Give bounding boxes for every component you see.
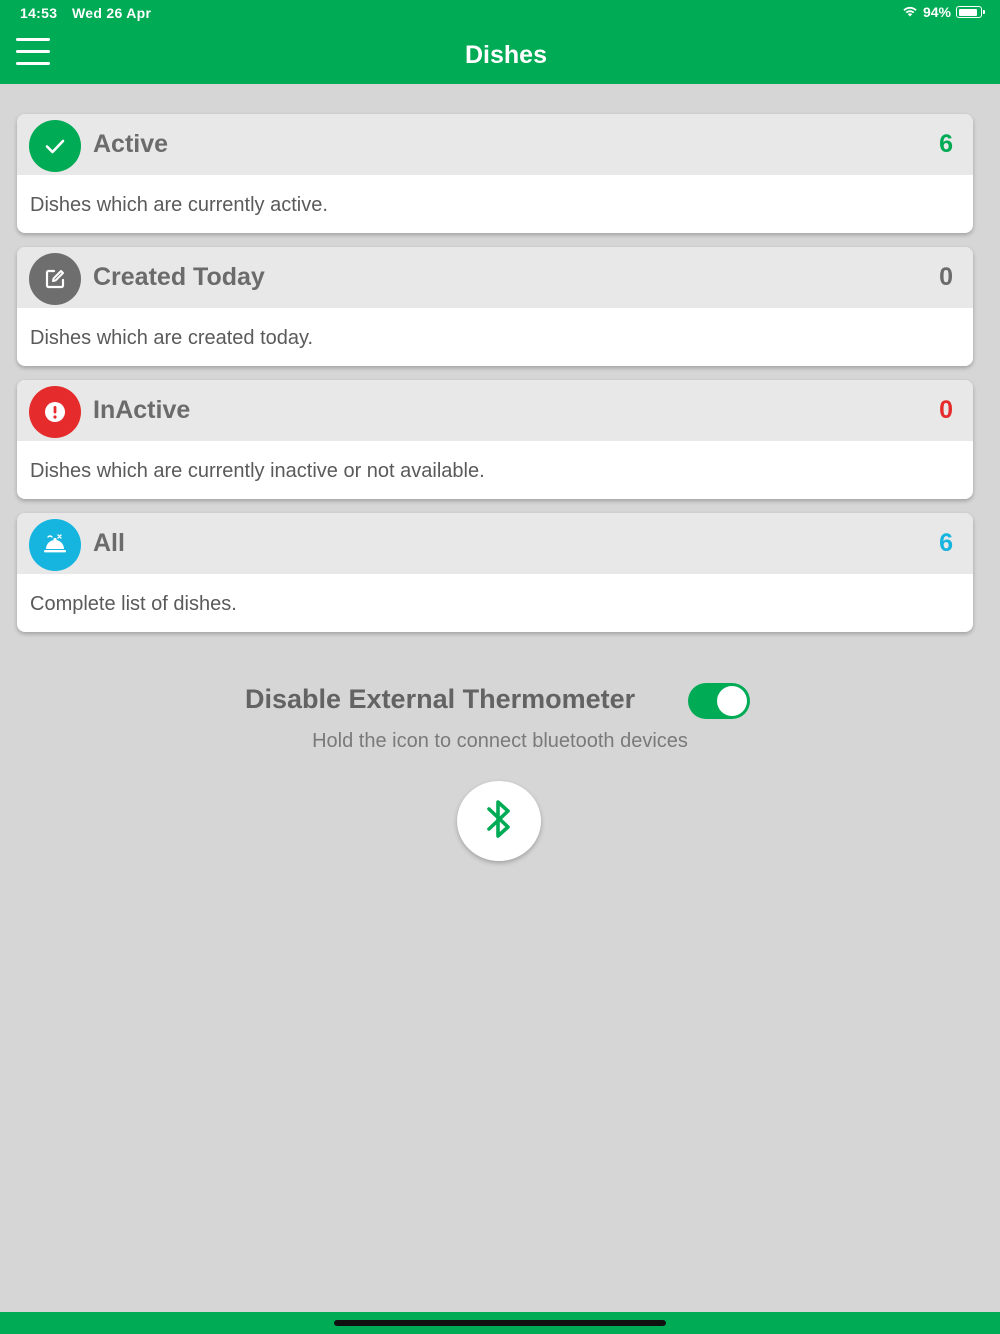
battery-icon	[956, 6, 985, 18]
status-indicators: 94%	[902, 4, 985, 20]
card-count: 0	[939, 263, 953, 291]
bluetooth-button[interactable]	[457, 781, 541, 861]
card-description: Dishes which are currently active.	[30, 194, 328, 216]
bluetooth-icon	[482, 796, 516, 847]
card-header: Created Today 0	[17, 247, 973, 308]
alert-icon	[29, 386, 81, 438]
top-app-bar: 14:53 Wed 26 Apr 94% Dishes	[0, 0, 1000, 84]
battery-fill	[958, 8, 978, 16]
status-time: 14:53	[20, 5, 58, 21]
edit-icon	[29, 253, 81, 305]
dish-icon	[29, 519, 81, 571]
wifi-icon	[902, 4, 918, 20]
page-title: Dishes	[465, 41, 547, 69]
card-title: All	[93, 529, 125, 557]
dish-card-inactive[interactable]: InActive 0 Dishes which are currently in…	[17, 380, 973, 499]
card-header: All 6	[17, 513, 973, 574]
bluetooth-hint: Hold the icon to connect bluetooth devic…	[312, 730, 688, 752]
toggle-knob	[717, 686, 747, 716]
card-title: Created Today	[93, 263, 265, 291]
card-count: 0	[939, 396, 953, 424]
card-description: Dishes which are currently inactive or n…	[30, 460, 485, 482]
bottom-bar	[0, 1312, 1000, 1334]
card-header: Active 6	[17, 114, 973, 175]
status-date: Wed 26 Apr	[72, 5, 152, 21]
card-header: InActive 0	[17, 380, 973, 441]
dish-card-created-today[interactable]: Created Today 0 Dishes which are created…	[17, 247, 973, 366]
card-description: Complete list of dishes.	[30, 593, 237, 615]
home-indicator[interactable]	[334, 1320, 666, 1326]
external-thermometer-label: Disable External Thermometer	[245, 684, 636, 714]
external-thermometer-toggle[interactable]	[688, 683, 750, 719]
card-title: Active	[93, 130, 169, 158]
check-icon	[29, 120, 81, 172]
battery-percent: 94%	[922, 4, 951, 20]
card-count: 6	[939, 529, 953, 557]
card-count: 6	[939, 130, 953, 158]
card-title: InActive	[93, 396, 191, 424]
dish-card-all[interactable]: All 6 Complete list of dishes.	[17, 513, 973, 632]
dish-card-active[interactable]: Active 6 Dishes which are currently acti…	[17, 114, 973, 233]
card-description: Dishes which are created today.	[30, 327, 314, 349]
